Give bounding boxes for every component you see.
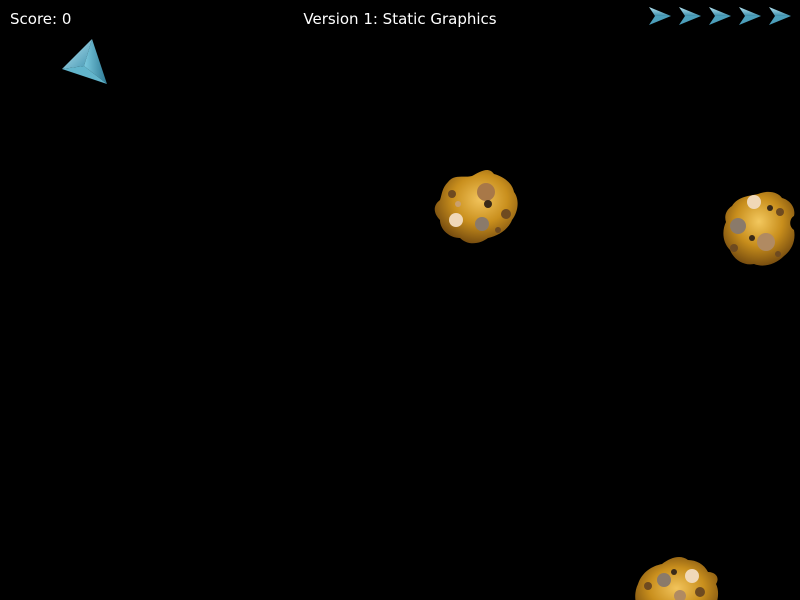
ship-life-icon [769,7,791,25]
ship-life-icon [679,7,701,25]
lives-indicator [645,5,795,27]
ship-life-icon [709,7,731,25]
ship-life-icon [739,7,761,25]
asteroid-2 [723,191,795,266]
player-ship-icon [62,39,107,84]
ship-life-icon [649,7,671,25]
asteroid-3 [635,557,719,600]
game-canvas[interactable]: Score: 0 Version 1: Static Graphics [0,0,800,600]
asteroid-1 [434,170,518,244]
